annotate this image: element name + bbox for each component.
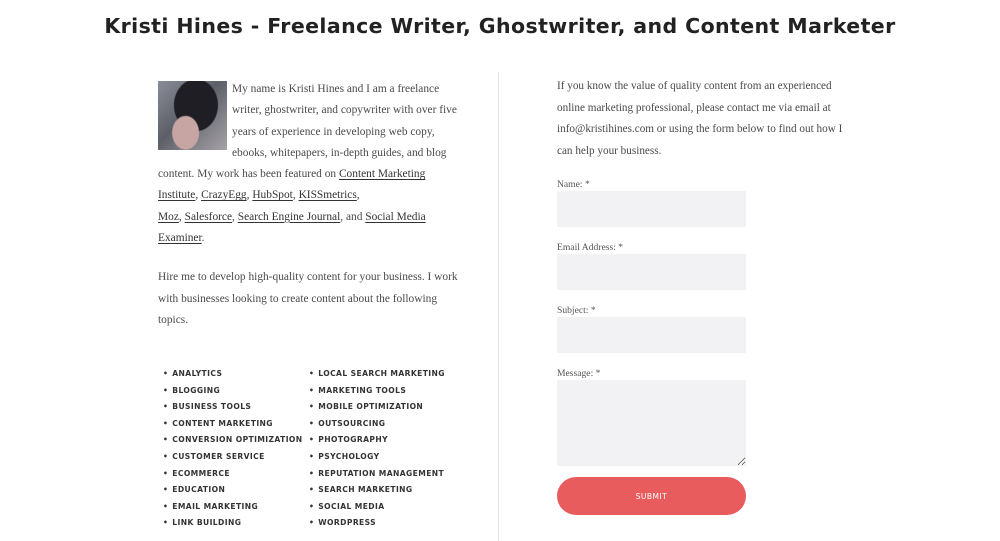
separator: , xyxy=(292,189,296,202)
topic-item: LINK BUILDING xyxy=(163,515,303,532)
link-salesforce[interactable]: Salesforce xyxy=(185,211,232,223)
link-search-engine-journal[interactable]: Search Engine Journal xyxy=(238,211,340,223)
link-hubspot[interactable]: HubSpot xyxy=(252,189,293,201)
topic-item: PHOTOGRAPHY xyxy=(309,432,445,449)
topic-item: REPUTATION MANAGEMENT xyxy=(309,466,445,483)
subject-field[interactable] xyxy=(557,317,746,353)
topic-item: CONVERSION OPTIMIZATION xyxy=(163,432,303,449)
separator: , xyxy=(195,189,199,202)
topic-item: CONTENT MARKETING xyxy=(163,416,303,433)
contact-section: If you know the value of quality content… xyxy=(557,76,847,515)
hire-text: Hire me to develop high-quality content … xyxy=(158,271,458,326)
topic-item: OUTSOURCING xyxy=(309,416,445,433)
topic-item: MARKETING TOOLS xyxy=(309,383,445,400)
topic-item: ANALYTICS xyxy=(163,366,303,383)
topic-item: BUSINESS TOOLS xyxy=(163,399,303,416)
name-field[interactable] xyxy=(557,191,746,227)
separator: , and xyxy=(340,210,363,223)
topic-item: ECOMMERCE xyxy=(163,466,303,483)
submit-button[interactable]: SUBMIT xyxy=(557,477,746,515)
author-photo xyxy=(158,81,227,150)
separator: , xyxy=(246,189,250,202)
topic-item: EDUCATION xyxy=(163,482,303,499)
email-field[interactable] xyxy=(557,254,746,290)
link-crazyegg[interactable]: CrazyEgg xyxy=(201,189,247,201)
separator: . xyxy=(201,232,205,245)
topic-item: PSYCHOLOGY xyxy=(309,449,445,466)
email-label: Email Address: * xyxy=(557,242,624,253)
topics-column-2: LOCAL SEARCH MARKETING MARKETING TOOLS M… xyxy=(309,366,445,532)
contact-text: If you know the value of quality content… xyxy=(557,80,843,157)
link-kissmetrics[interactable]: KISSmetrics xyxy=(299,189,357,201)
subject-label: Subject: * xyxy=(557,305,596,316)
about-section: My name is Kristi Hines and I am a freel… xyxy=(158,79,458,331)
link-moz[interactable]: Moz xyxy=(158,211,179,223)
separator: , xyxy=(356,189,360,202)
topic-item: SOCIAL MEDIA xyxy=(309,499,445,516)
topic-item: EMAIL MARKETING xyxy=(163,499,303,516)
message-field[interactable] xyxy=(557,380,746,466)
topics-column-1: ANALYTICS BLOGGING BUSINESS TOOLS CONTEN… xyxy=(163,366,303,532)
topic-item: WORDPRESS xyxy=(309,515,445,532)
message-label: Message: * xyxy=(557,368,601,379)
separator: , xyxy=(232,210,235,223)
topic-item: BLOGGING xyxy=(163,383,303,400)
topic-item: LOCAL SEARCH MARKETING xyxy=(309,366,445,383)
contact-form: Name: * Email Address: * Subject: * Mess… xyxy=(557,179,747,466)
topic-item: MOBILE OPTIMIZATION xyxy=(309,399,445,416)
name-label: Name: * xyxy=(557,179,590,190)
column-divider xyxy=(498,72,499,541)
topic-item: SEARCH MARKETING xyxy=(309,482,445,499)
separator: , xyxy=(178,210,182,223)
page-title: Kristi Hines - Freelance Writer, Ghostwr… xyxy=(104,14,896,38)
topic-item: CUSTOMER SERVICE xyxy=(163,449,303,466)
